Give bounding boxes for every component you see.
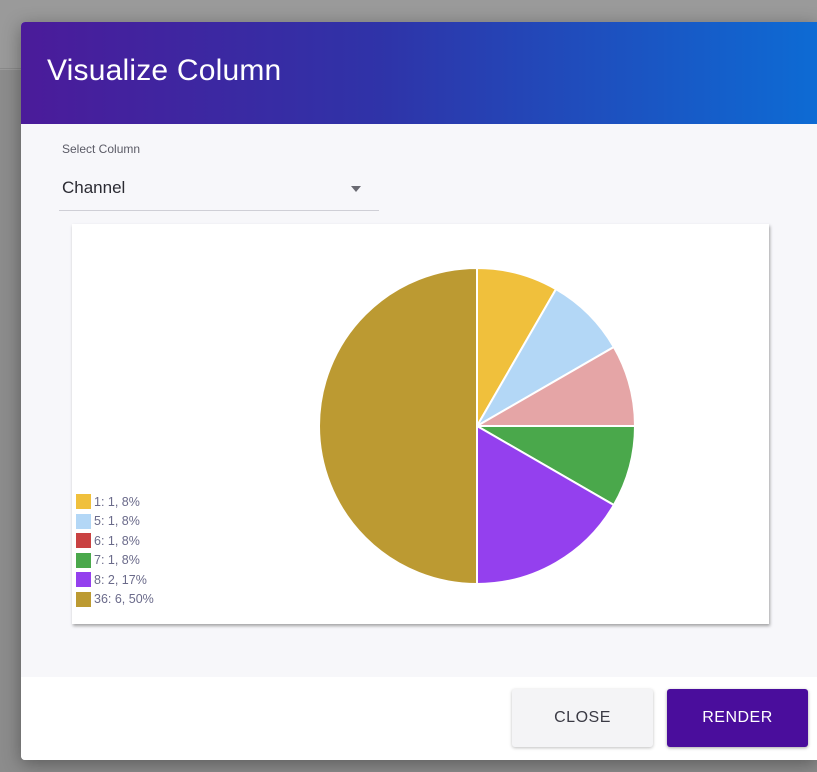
legend-swatch (76, 494, 91, 510)
dialog-title: Visualize Column (47, 54, 282, 87)
legend-label: 8: 2, 17% (94, 572, 147, 587)
legend-swatch (76, 533, 91, 549)
chart-legend: 1: 1, 8% 5: 1, 8% 6: 1, 8% 7: 1, 8% 8: 2, 17… (76, 492, 154, 609)
legend-item: 1: 1, 8% (76, 492, 154, 512)
legend-item: 6: 1, 8% (76, 531, 154, 551)
legend-label: 5: 1, 8% (94, 514, 140, 529)
visualize-column-dialog: Visualize Column Select Column Channel 1… (21, 22, 817, 760)
render-button[interactable]: RENDER (667, 689, 808, 747)
legend-item: 5: 1, 8% (76, 512, 154, 532)
legend-item: 7: 1, 8% (76, 551, 154, 571)
legend-label: 7: 1, 8% (94, 553, 140, 568)
legend-swatch (76, 572, 91, 588)
legend-item: 8: 2, 17% (76, 570, 154, 590)
dropdown-arrow-icon (351, 186, 361, 192)
column-select-value: Channel (62, 178, 126, 197)
legend-item: 36: 6, 50% (76, 590, 154, 610)
chart-card: 1: 1, 8% 5: 1, 8% 6: 1, 8% 7: 1, 8% 8: 2, 17… (72, 224, 769, 624)
legend-label: 36: 6, 50% (94, 592, 154, 607)
dialog-footer: CLOSE RENDER (21, 677, 817, 760)
pie-chart (318, 266, 637, 586)
dialog-header: Visualize Column (21, 22, 817, 124)
legend-swatch (76, 513, 91, 529)
legend-swatch (76, 552, 91, 568)
close-button[interactable]: CLOSE (512, 689, 653, 747)
legend-swatch (76, 591, 91, 607)
legend-label: 1: 1, 8% (94, 494, 140, 509)
legend-label: 6: 1, 8% (94, 533, 140, 548)
select-column-label: Select Column (62, 142, 141, 156)
column-select[interactable]: Channel (59, 170, 379, 211)
pie-slice[interactable] (318, 266, 478, 586)
